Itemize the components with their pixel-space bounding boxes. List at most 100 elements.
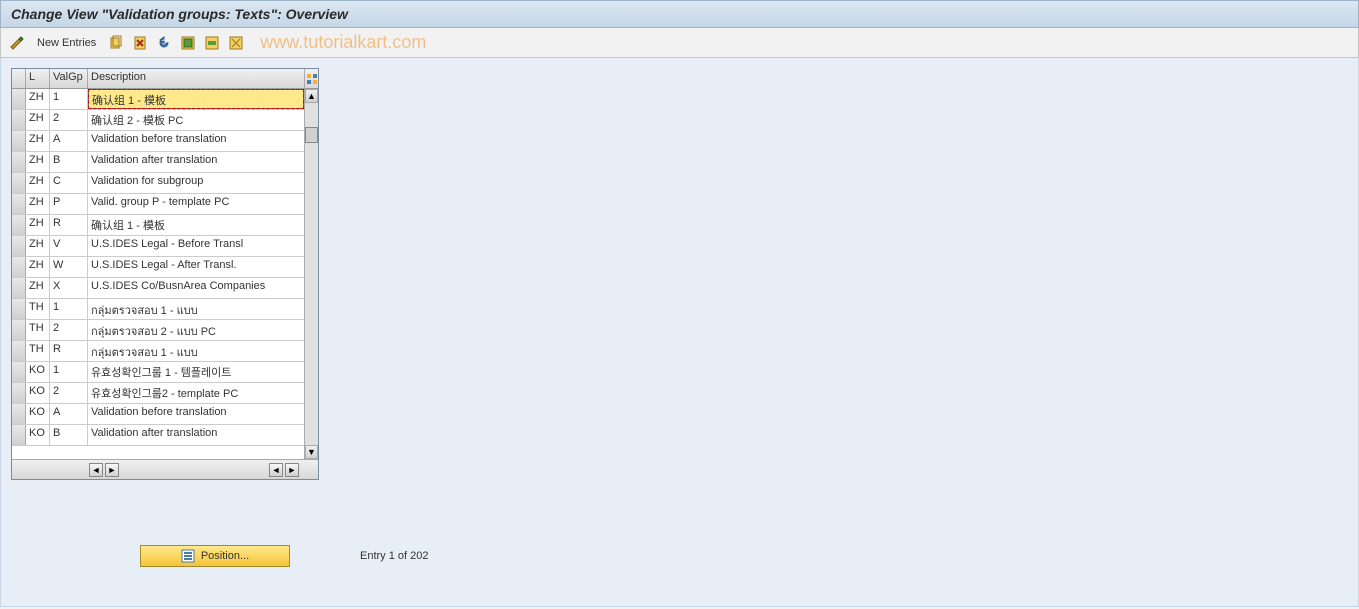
copy-as-icon[interactable] [106, 33, 126, 53]
scroll-down-button[interactable]: ▼ [305, 445, 318, 459]
cell-valgp[interactable]: A [50, 404, 88, 424]
cell-valgp[interactable]: 1 [50, 299, 88, 319]
new-entries-button[interactable]: New Entries [31, 35, 102, 51]
row-selector[interactable] [12, 341, 26, 361]
cell-valgp[interactable]: W [50, 257, 88, 277]
cell-l[interactable]: TH [26, 320, 50, 340]
hscroll-right-button[interactable]: ► [105, 463, 119, 477]
cell-valgp[interactable]: B [50, 425, 88, 445]
cell-valgp[interactable]: X [50, 278, 88, 298]
cell-description[interactable]: U.S.IDES Co/BusnArea Companies [88, 278, 304, 298]
cell-description[interactable]: 确认组 2 - 模板 PC [88, 110, 304, 130]
cell-l[interactable]: ZH [26, 110, 50, 130]
table-row: ZHVU.S.IDES Legal - Before Transl [12, 236, 318, 257]
cell-description[interactable]: U.S.IDES Legal - Before Transl [88, 236, 304, 256]
cell-description[interactable]: 유효성확인그룹 1 - 템플레이트 [88, 362, 304, 382]
cell-description[interactable]: U.S.IDES Legal - After Transl. [88, 257, 304, 277]
deselect-all-icon[interactable] [226, 33, 246, 53]
table-row: TH1กลุ่มตรวจสอบ 1 - แบบ [12, 299, 318, 320]
cell-valgp[interactable]: C [50, 173, 88, 193]
cell-valgp[interactable]: V [50, 236, 88, 256]
cell-l[interactable]: KO [26, 425, 50, 445]
cell-valgp[interactable]: R [50, 215, 88, 235]
cell-valgp[interactable]: P [50, 194, 88, 214]
row-selector[interactable] [12, 131, 26, 151]
hscroll-right-end-button[interactable]: ► [285, 463, 299, 477]
row-selector[interactable] [12, 425, 26, 445]
cell-description[interactable]: กลุ่มตรวจสอบ 2 - แบบ PC [88, 320, 304, 340]
header-l[interactable]: L [26, 69, 50, 88]
change-display-icon[interactable] [7, 33, 27, 53]
undo-icon[interactable] [154, 33, 174, 53]
row-selector[interactable] [12, 236, 26, 256]
cell-description[interactable]: Validation after translation [88, 152, 304, 172]
cell-l[interactable]: KO [26, 404, 50, 424]
cell-l[interactable]: ZH [26, 278, 50, 298]
select-block-icon[interactable] [202, 33, 222, 53]
cell-l[interactable]: ZH [26, 152, 50, 172]
table-row: ZHXU.S.IDES Co/BusnArea Companies [12, 278, 318, 299]
table-row: ZHBValidation after translation [12, 152, 318, 173]
table-row: KO2유효성확인그룹2 - template PC [12, 383, 318, 404]
cell-valgp[interactable]: 2 [50, 110, 88, 130]
cell-description[interactable]: Validation before translation [88, 131, 304, 151]
cell-description[interactable]: Valid. group P - template PC [88, 194, 304, 214]
table-row: ZH2确认组 2 - 模板 PC [12, 110, 318, 131]
table-row: ZHWU.S.IDES Legal - After Transl. [12, 257, 318, 278]
cell-valgp[interactable]: A [50, 131, 88, 151]
header-selector[interactable] [12, 69, 26, 88]
row-selector[interactable] [12, 320, 26, 340]
cell-description[interactable]: 确认组 1 - 模板 [88, 215, 304, 235]
row-selector[interactable] [12, 215, 26, 235]
row-selector[interactable] [12, 110, 26, 130]
cell-valgp[interactable]: 1 [50, 89, 88, 109]
cell-description[interactable]: 确认组 1 - 模板 [88, 89, 304, 109]
cell-l[interactable]: ZH [26, 194, 50, 214]
hscroll-left-end-button[interactable]: ◄ [269, 463, 283, 477]
cell-description[interactable]: กลุ่มตรวจสอบ 1 - แบบ [88, 341, 304, 361]
row-selector[interactable] [12, 194, 26, 214]
row-selector[interactable] [12, 89, 26, 109]
scroll-track[interactable] [305, 103, 318, 445]
cell-valgp[interactable]: R [50, 341, 88, 361]
cell-l[interactable]: KO [26, 383, 50, 403]
row-selector[interactable] [12, 299, 26, 319]
cell-description[interactable]: Validation after translation [88, 425, 304, 445]
cell-l[interactable]: TH [26, 341, 50, 361]
cell-l[interactable]: ZH [26, 215, 50, 235]
cell-description[interactable]: 유효성확인그룹2 - template PC [88, 383, 304, 403]
row-selector[interactable] [12, 383, 26, 403]
row-selector[interactable] [12, 278, 26, 298]
cell-description[interactable]: กลุ่มตรวจสอบ 1 - แบบ [88, 299, 304, 319]
cell-l[interactable]: ZH [26, 89, 50, 109]
cell-l[interactable]: TH [26, 299, 50, 319]
cell-valgp[interactable]: B [50, 152, 88, 172]
position-button[interactable]: Position... [140, 545, 290, 567]
cell-l[interactable]: ZH [26, 173, 50, 193]
header-description[interactable]: Description [88, 69, 304, 88]
scroll-thumb[interactable] [305, 127, 318, 143]
cell-valgp[interactable]: 1 [50, 362, 88, 382]
row-selector[interactable] [12, 404, 26, 424]
cell-l[interactable]: ZH [26, 131, 50, 151]
title-bar: Change View "Validation groups: Texts": … [0, 0, 1359, 28]
cell-description[interactable]: Validation for subgroup [88, 173, 304, 193]
table-row: ZHR确认组 1 - 模板 [12, 215, 318, 236]
hscroll-left-button[interactable]: ◄ [89, 463, 103, 477]
row-selector[interactable] [12, 173, 26, 193]
cell-valgp[interactable]: 2 [50, 383, 88, 403]
vertical-scrollbar[interactable]: ▲ ▼ [304, 89, 318, 459]
cell-l[interactable]: ZH [26, 257, 50, 277]
delete-icon[interactable] [130, 33, 150, 53]
cell-description[interactable]: Validation before translation [88, 404, 304, 424]
scroll-up-button[interactable]: ▲ [305, 89, 318, 103]
cell-valgp[interactable]: 2 [50, 320, 88, 340]
row-selector[interactable] [12, 257, 26, 277]
cell-l[interactable]: KO [26, 362, 50, 382]
header-valgp[interactable]: ValGp [50, 69, 88, 88]
row-selector[interactable] [12, 362, 26, 382]
select-all-icon[interactable] [178, 33, 198, 53]
cell-l[interactable]: ZH [26, 236, 50, 256]
table-config-button[interactable] [304, 69, 318, 88]
row-selector[interactable] [12, 152, 26, 172]
